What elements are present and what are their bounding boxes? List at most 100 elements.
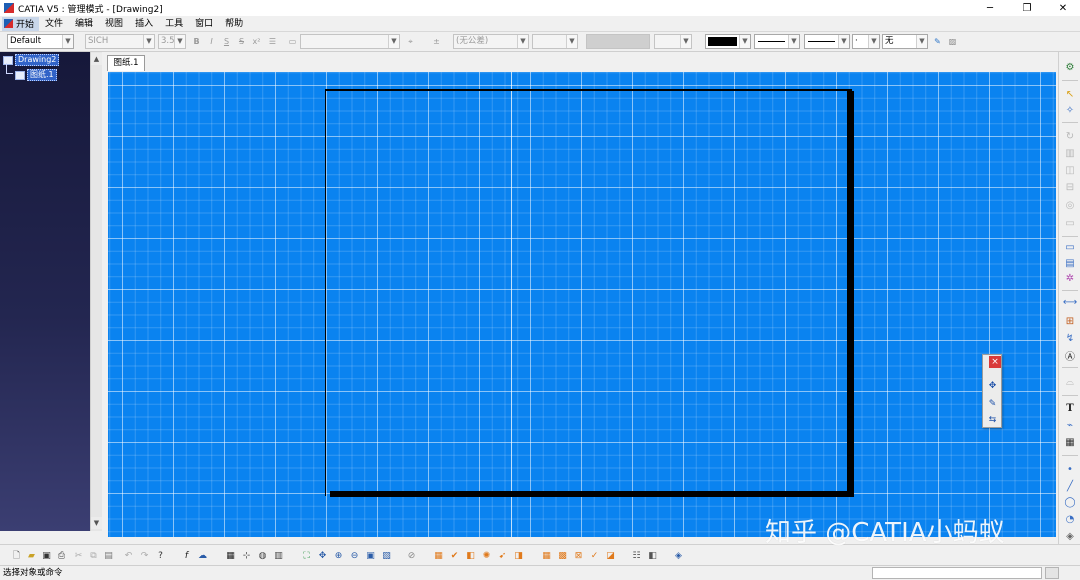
- edit-icon[interactable]: ✎: [986, 397, 999, 410]
- close-button[interactable]: ✕: [1045, 0, 1080, 16]
- drawing-canvas[interactable]: [108, 72, 1056, 537]
- command-input[interactable]: [872, 567, 1042, 579]
- font-select[interactable]: SICH ▼: [85, 34, 155, 49]
- menu-help[interactable]: 帮助: [219, 17, 249, 31]
- restore-button[interactable]: ❐: [1009, 0, 1045, 16]
- italic-button[interactable]: I: [205, 35, 218, 48]
- section-icon[interactable]: ⊟: [1063, 180, 1077, 194]
- tab-sheet-1[interactable]: 图纸.1: [107, 55, 145, 71]
- menu-tools[interactable]: 工具: [159, 17, 189, 31]
- tolerance-select[interactable]: (无公差) ▼: [453, 34, 529, 49]
- new-icon[interactable]: 🗋: [10, 549, 23, 562]
- underline-button[interactable]: S: [220, 35, 233, 48]
- dimension-icon[interactable]: ⟷: [1063, 295, 1077, 309]
- font-size-select[interactable]: 3.5 ▼: [158, 34, 186, 49]
- linewidth-select[interactable]: ▼: [754, 34, 800, 49]
- tree-scrollbar[interactable]: ▲ ▼: [90, 52, 102, 531]
- open-icon[interactable]: ▰: [25, 549, 38, 562]
- frame-title-icon[interactable]: ▤: [1063, 256, 1077, 270]
- menu-file[interactable]: 文件: [39, 17, 69, 31]
- save-icon[interactable]: ▣: [40, 549, 53, 562]
- snap-icon[interactable]: ⊹: [240, 549, 253, 562]
- symbol-weld-icon[interactable]: ⌓: [1063, 375, 1077, 389]
- command-button[interactable]: [1045, 567, 1059, 579]
- zoom-in-icon[interactable]: ⊕: [332, 549, 345, 562]
- cut-icon[interactable]: ✂: [72, 549, 85, 562]
- undo-icon[interactable]: ↶: [122, 549, 135, 562]
- arrow-icon[interactable]: ➹: [496, 549, 509, 562]
- sketch-icon[interactable]: ✧: [1063, 103, 1077, 117]
- style-select[interactable]: Default ▼: [7, 34, 74, 49]
- rectangle-icon[interactable]: ▭: [1063, 240, 1077, 254]
- print-icon[interactable]: ⎙: [55, 549, 68, 562]
- menu-edit[interactable]: 编辑: [69, 17, 99, 31]
- projection-icon[interactable]: ◫: [1063, 163, 1077, 177]
- detail-icon[interactable]: ◎: [1063, 198, 1077, 212]
- tolerance-icon[interactable]: ±: [430, 35, 443, 48]
- align-icon[interactable]: ☰: [266, 35, 279, 48]
- color-select[interactable]: ▼: [705, 34, 751, 49]
- dress-up-icon[interactable]: ▦: [432, 549, 445, 562]
- symbol-icon[interactable]: ⌖: [404, 35, 417, 48]
- copy-format-icon[interactable]: ✎: [931, 35, 944, 48]
- clipping-icon[interactable]: ▭: [1063, 216, 1077, 230]
- swap-view-icon[interactable]: ▧: [380, 549, 393, 562]
- link-icon[interactable]: ⊘: [405, 549, 418, 562]
- analysis-icon[interactable]: ◍: [256, 549, 269, 562]
- linetype-select[interactable]: ▼: [804, 34, 850, 49]
- bold-button[interactable]: B: [190, 35, 203, 48]
- tree-root-drawing[interactable]: Drawing2: [3, 54, 60, 66]
- leader-icon[interactable]: ⌁: [1063, 418, 1077, 432]
- table-icon[interactable]: ▦: [1063, 435, 1077, 449]
- line-icon[interactable]: ╱: [1063, 479, 1077, 493]
- balloon-icon[interactable]: ◨: [512, 549, 525, 562]
- point-icon[interactable]: •: [1063, 462, 1077, 476]
- normal-view-icon[interactable]: ▣: [364, 549, 377, 562]
- dimension-style-select[interactable]: [586, 34, 650, 49]
- zoom-out-icon[interactable]: ⊖: [348, 549, 361, 562]
- dimension-tool-icon[interactable]: ⊠: [572, 549, 585, 562]
- comment-icon[interactable]: ☁: [196, 549, 209, 562]
- circle-icon[interactable]: ◯: [1063, 495, 1077, 509]
- menu-window[interactable]: 窗口: [189, 17, 219, 31]
- layout-icon[interactable]: ▥: [272, 549, 285, 562]
- menu-insert[interactable]: 插入: [129, 17, 159, 31]
- annotation-icon[interactable]: ↯: [1063, 331, 1077, 345]
- position-icon[interactable]: ▦: [540, 549, 553, 562]
- whats-this-icon[interactable]: ?: [154, 549, 167, 562]
- align-view-icon[interactable]: ▩: [556, 549, 569, 562]
- fit-all-icon[interactable]: ⛶: [300, 549, 313, 562]
- thread-icon[interactable]: ◧: [464, 549, 477, 562]
- copy-icon[interactable]: ⧉: [87, 549, 100, 562]
- axis-icon[interactable]: ✔: [448, 549, 461, 562]
- strikethrough-button[interactable]: S: [235, 35, 248, 48]
- minimize-button[interactable]: ─: [972, 0, 1008, 16]
- scroll-down-icon[interactable]: ▼: [91, 517, 102, 529]
- floating-toolbar[interactable]: × ✥ ✎ ⇆: [982, 354, 1002, 428]
- menu-start[interactable]: 开始: [2, 16, 40, 31]
- paste-icon[interactable]: ▤: [102, 549, 115, 562]
- pan-icon[interactable]: ✥: [316, 549, 329, 562]
- arc-icon[interactable]: ◔: [1063, 512, 1077, 526]
- generate-icon[interactable]: ✲: [1063, 271, 1077, 285]
- hatch-icon[interactable]: ▨: [946, 35, 959, 48]
- update-icon[interactable]: ↻: [1063, 129, 1077, 143]
- text-frame-select[interactable]: ▼: [300, 34, 400, 49]
- area-fill-icon[interactable]: ✺: [480, 549, 493, 562]
- bom-icon[interactable]: ✓: [588, 549, 601, 562]
- formula-icon[interactable]: f: [180, 549, 193, 562]
- precision-select[interactable]: ▼: [532, 34, 578, 49]
- superscript-icon[interactable]: x²: [250, 35, 263, 48]
- dimension-chain-icon[interactable]: ⊞: [1063, 314, 1077, 328]
- workbench-icon[interactable]: ⚙: [1063, 60, 1077, 74]
- text-icon[interactable]: T: [1063, 401, 1077, 415]
- view-icon[interactable]: ✥: [986, 379, 999, 392]
- filter-icon[interactable]: ◧: [646, 549, 659, 562]
- tree-node-sheet[interactable]: 图纸.1: [15, 69, 57, 81]
- select-icon[interactable]: ↖: [1063, 87, 1077, 101]
- measure-icon[interactable]: ◈: [672, 549, 685, 562]
- text-box-icon[interactable]: Ⓐ: [1063, 348, 1077, 363]
- grid-icon[interactable]: ▦: [224, 549, 237, 562]
- swap-icon[interactable]: ⇆: [986, 413, 999, 426]
- point-style-select[interactable]: · ▼: [852, 34, 880, 49]
